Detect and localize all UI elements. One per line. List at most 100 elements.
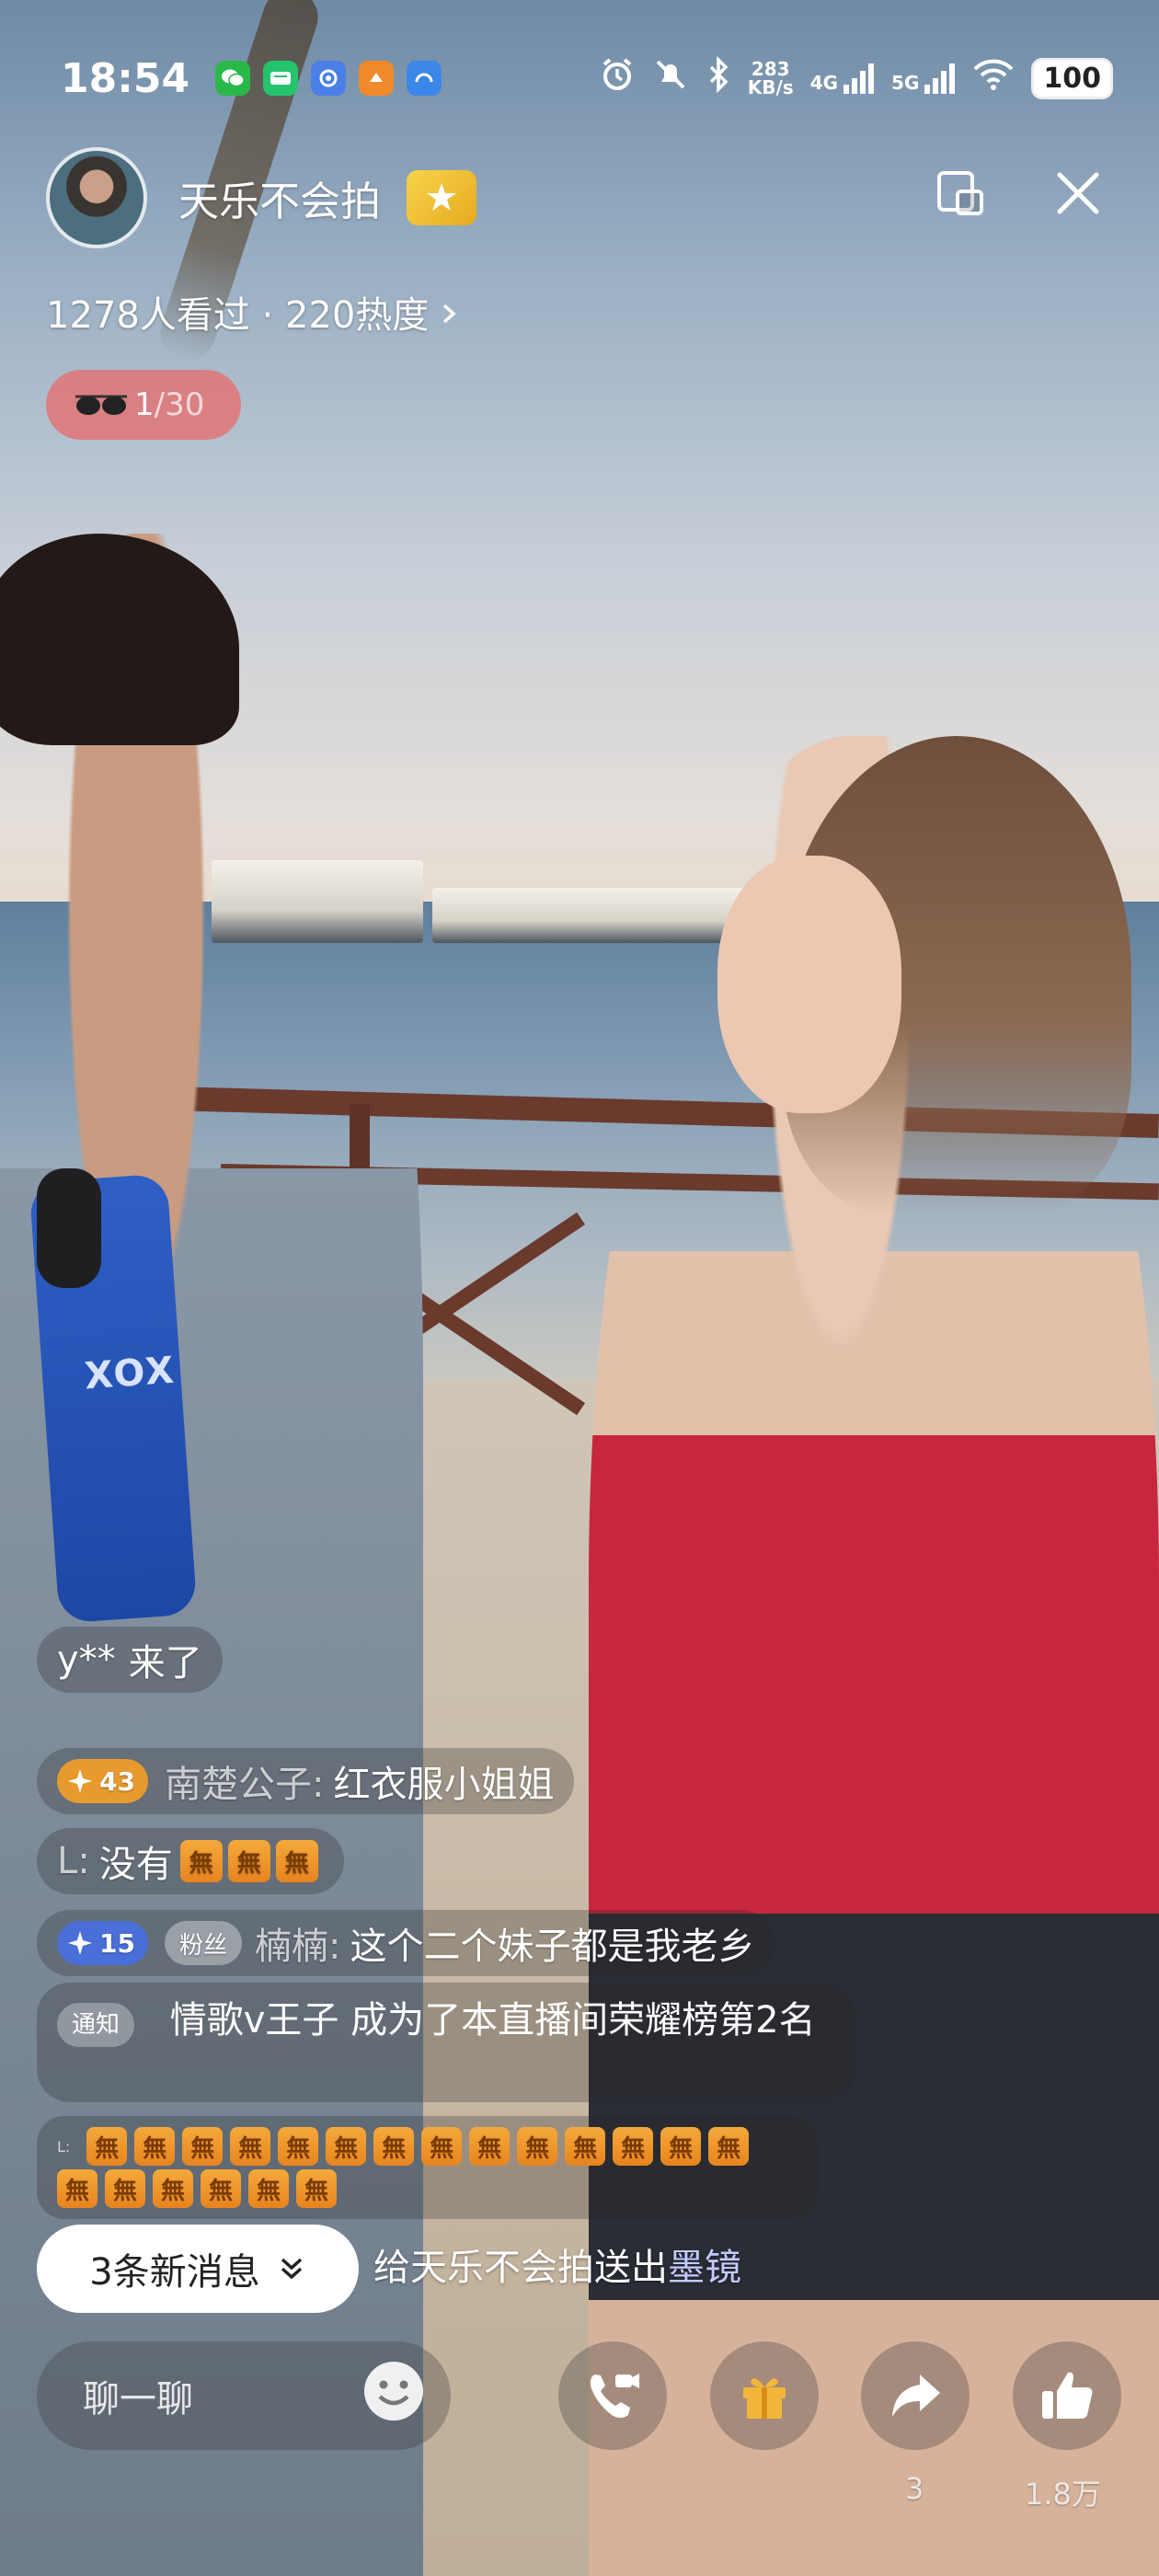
- chat-message[interactable]: 15 粉丝 楠楠: 这个二个妹子都是我老乡: [37, 1910, 775, 1976]
- signal-bars-icon: [843, 63, 875, 94]
- close-icon: [1057, 172, 1099, 214]
- double-chevron-down-icon: [281, 2258, 302, 2280]
- woman-hand: [717, 856, 901, 1113]
- chat-user[interactable]: L:: [57, 1840, 90, 1882]
- chat-message[interactable]: L: 無 無 無 無 無 無 無 無 無 無 無 無 無 無 無 無 無 無 無…: [37, 2116, 819, 2219]
- close-button[interactable]: [1041, 156, 1115, 230]
- cloud-app-icon: [407, 61, 442, 96]
- wu-emoji: 無: [708, 2127, 750, 2166]
- wu-emoji: 無: [565, 2127, 606, 2166]
- join-text: 来了: [128, 1642, 202, 1685]
- sparkle-icon: [68, 1769, 92, 1793]
- wu-emoji: 無: [230, 2127, 271, 2166]
- emoji-button[interactable]: [361, 2358, 427, 2433]
- wu-emoji: 無: [57, 2169, 98, 2208]
- chat-user[interactable]: L:: [57, 2138, 70, 2156]
- rank-pill[interactable]: 1 /30: [46, 370, 241, 440]
- alarm-icon: [599, 56, 636, 100]
- wu-emoji: 無: [201, 2169, 241, 2208]
- notice-badge: 通知: [57, 2003, 135, 2047]
- like-button[interactable]: [1013, 2341, 1121, 2450]
- wu-emoji: 無: [275, 1840, 318, 1882]
- pip-button[interactable]: [924, 156, 998, 230]
- new-messages-button[interactable]: 3条新消息: [37, 2225, 359, 2313]
- wu-emoji: 無: [179, 1840, 223, 1882]
- chat-message[interactable]: L: 没有 無 無 無: [37, 1828, 344, 1894]
- status-right: 283 KB/s 4G 5G 100: [599, 55, 1113, 100]
- host-avatar[interactable]: [46, 147, 147, 248]
- like-count: 1.8万: [1025, 2477, 1101, 2512]
- status-left: 18:54: [61, 55, 442, 102]
- wu-emoji: 無: [421, 2127, 463, 2166]
- rank-current: 1: [134, 386, 155, 423]
- wu-emoji: 無: [660, 2127, 702, 2166]
- chat-text: 没有: [98, 1844, 173, 1886]
- gift-name: 墨镜: [668, 2247, 741, 2289]
- join-message: y** 来了: [37, 1627, 223, 1693]
- emoji-line: L: 無 無 無 無 無 無 無 無 無 無 無 無 無 無: [57, 2125, 798, 2168]
- wu-emoji: 無: [326, 2127, 367, 2166]
- smiley-icon: [364, 2362, 423, 2421]
- wu-emoji: 無: [134, 2127, 176, 2166]
- chat-text: 这个二个妹子都是我老乡: [350, 1926, 755, 1968]
- wu-emoji: 無: [153, 2169, 193, 2208]
- signal-4g-label: 4G: [809, 72, 839, 94]
- wu-emoji: 無: [105, 2169, 145, 2208]
- wu-emoji: 無: [613, 2127, 654, 2166]
- chat-input[interactable]: 聊一聊: [37, 2341, 451, 2450]
- clock: 18:54: [61, 54, 190, 102]
- chat-user[interactable]: 南楚公子:: [165, 1754, 324, 1808]
- wu-emoji: 無: [469, 2127, 511, 2166]
- chat-user[interactable]: 楠楠:: [255, 1916, 340, 1970]
- share-button[interactable]: [861, 2341, 970, 2450]
- gift-button[interactable]: [710, 2341, 819, 2450]
- microphone-head: [37, 1168, 101, 1288]
- sparkle-icon: [68, 1931, 92, 1955]
- network-speed-unit: KB/s: [747, 76, 794, 98]
- signal-4g: 4G: [810, 63, 875, 94]
- gift-message: 给天乐不会拍送出墨镜: [373, 2237, 741, 2291]
- pip-icon: [937, 171, 983, 215]
- video-call-button[interactable]: [558, 2341, 667, 2450]
- gift-icon: [743, 2378, 786, 2419]
- chevron-right-icon: [442, 304, 456, 324]
- viewers-stats[interactable]: 1278人看过 · 220热度: [46, 285, 459, 339]
- viewers-text: 1278人看过 · 220热度: [46, 294, 430, 337]
- wu-emoji: 無: [296, 2169, 337, 2208]
- star-hand-icon: [427, 183, 456, 211]
- gift-text: 给天乐不会拍送出: [373, 2247, 668, 2289]
- wu-emoji: 無: [373, 2127, 415, 2166]
- message-app-icon: [263, 61, 299, 96]
- microphone-logo: XOX: [83, 1349, 178, 1398]
- fan-badge: 粉丝: [164, 1921, 242, 1965]
- mute-icon: [652, 56, 689, 100]
- level-badge: 15: [57, 1921, 148, 1965]
- wu-emoji: 無: [86, 2127, 128, 2166]
- wu-emoji: 無: [227, 1840, 270, 1882]
- signal-5g: 5G: [891, 63, 956, 94]
- notice-text: 情歌v王子 成为了本直播间荣耀榜第2名: [169, 1999, 816, 2041]
- level-badge: 43: [57, 1759, 148, 1803]
- sunglasses-icon: [75, 395, 127, 415]
- level-value: 15: [99, 1927, 135, 1959]
- host-name[interactable]: 天乐不会拍: [178, 168, 381, 227]
- notice-message: 通知 情歌v王子 成为了本直播间荣耀榜第2名: [37, 1983, 855, 2102]
- chat-text: 红衣服小姐姐: [333, 1764, 555, 1806]
- host-info[interactable]: 天乐不会拍: [46, 147, 476, 248]
- wu-emoji: 無: [182, 2127, 224, 2166]
- new-messages-label: 3条新消息: [89, 2251, 260, 2294]
- wu-emoji: 無: [248, 2169, 289, 2208]
- share-arrow-icon: [892, 2375, 940, 2417]
- battery-indicator: 100: [1031, 57, 1113, 99]
- rank-total: /30: [154, 386, 205, 423]
- chat-message[interactable]: 43 南楚公子: 红衣服小姐姐: [37, 1748, 575, 1814]
- join-user: y**: [57, 1639, 116, 1681]
- phone-video-icon: [590, 2374, 639, 2418]
- level-value: 43: [99, 1765, 135, 1797]
- wechat-icon: [215, 61, 251, 96]
- network-speed: 283 KB/s: [748, 60, 794, 97]
- host-badge[interactable]: [407, 170, 476, 225]
- chat-input-placeholder: 聊一聊: [83, 2378, 193, 2421]
- share-count: 3: [905, 2471, 924, 2506]
- status-bar: 18:54 283 KB/s 4G 5G 100: [0, 0, 1159, 156]
